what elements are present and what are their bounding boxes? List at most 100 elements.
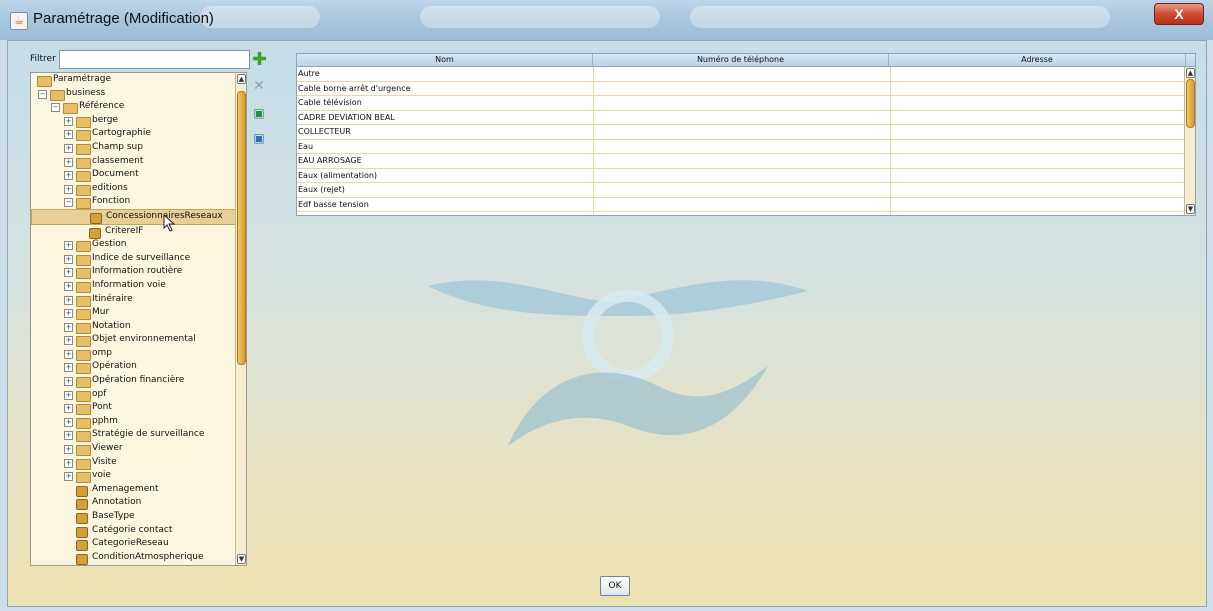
table-cell[interactable] [891, 168, 1189, 182]
table-cell[interactable] [594, 81, 891, 95]
expand-icon[interactable]: + [64, 458, 73, 468]
tree-item[interactable]: + Objet environnemental [31, 333, 246, 348]
table-cell[interactable] [891, 139, 1189, 153]
tree-item[interactable]: − Référence [31, 100, 246, 115]
table-cell[interactable] [594, 67, 891, 81]
table-cell[interactable] [594, 139, 891, 153]
table-row[interactable]: Eau [297, 139, 1195, 154]
tree-item[interactable]: + Stratégie de surveillance [31, 428, 246, 443]
table-cell[interactable] [891, 212, 1189, 215]
tree-item[interactable]: ConcessionnairesReseaux [31, 208, 246, 225]
table-scroll-up-icon[interactable]: ▲ [1186, 68, 1195, 78]
import-icon[interactable]: ▣ [252, 131, 266, 145]
table-cell[interactable]: COLLECTEUR [297, 125, 594, 139]
table-cell[interactable]: Autre [297, 67, 594, 81]
tree-item[interactable]: + Visite [31, 456, 246, 470]
expand-icon[interactable]: + [64, 157, 73, 167]
tree-item[interactable]: + Information voie [31, 279, 246, 293]
table-cell[interactable] [891, 81, 1189, 95]
tree-item[interactable]: + pphm [31, 415, 246, 429]
table-cell[interactable] [594, 96, 891, 110]
expand-icon[interactable]: + [64, 171, 73, 181]
tree-item[interactable]: + Indice de surveillance [31, 252, 246, 266]
expand-icon[interactable]: + [64, 281, 73, 291]
expand-icon[interactable]: + [64, 377, 73, 387]
tree-item[interactable]: Amenagement [31, 483, 246, 497]
table-cell[interactable] [594, 125, 891, 139]
tree-item[interactable]: + Pont [31, 401, 246, 416]
collapse-icon[interactable]: − [38, 89, 47, 99]
tree-item[interactable]: + voie [31, 469, 246, 484]
table-row[interactable]: Edf basse tension [297, 197, 1195, 212]
tree-item[interactable]: + Cartographie [31, 127, 246, 142]
table-cell[interactable] [594, 168, 891, 182]
tree-item[interactable]: + Opération financière [31, 374, 246, 389]
tree-item[interactable]: + Mur [31, 306, 246, 321]
table-cell[interactable]: Eau [297, 139, 594, 153]
scroll-down-icon[interactable]: ▼ [237, 554, 246, 564]
collapse-icon[interactable]: − [64, 198, 73, 208]
tree-item[interactable]: + Document [31, 168, 246, 183]
tree-item[interactable]: + classement [31, 155, 246, 169]
tree-item[interactable]: + Opération [31, 360, 246, 375]
title-bar[interactable]: ☕ Paramétrage (Modification) X [0, 0, 1213, 40]
table-row[interactable]: Cable borne arrêt d'urgence [297, 81, 1195, 96]
table-scrollbar[interactable]: ▲ ▼ [1184, 67, 1195, 215]
table-cell[interactable]: Cable borne arrêt d'urgence [297, 81, 594, 95]
table-cell[interactable]: Edf basse tension [297, 197, 594, 211]
tree-scroll-thumb[interactable] [237, 91, 246, 365]
table-row[interactable]: Eaux (rejet) [297, 183, 1195, 198]
expand-icon[interactable]: + [64, 268, 73, 278]
export-icon[interactable]: ▣ [252, 106, 266, 120]
expand-icon[interactable]: + [64, 417, 73, 427]
tree-item[interactable]: ConditionAtmospherique [31, 551, 246, 565]
tree-item[interactable]: BaseType [31, 510, 246, 524]
expand-icon[interactable]: + [64, 130, 73, 140]
tree-scrollbar[interactable]: ▲ ▼ [235, 73, 246, 565]
table-row[interactable]: Edf haute tension [297, 212, 1195, 215]
table-cell[interactable] [891, 96, 1189, 110]
table-cell[interactable] [594, 212, 891, 215]
table-cell[interactable] [594, 154, 891, 168]
data-table[interactable]: Nom Numéro de téléphone Adresse Autre Cab… [296, 53, 1196, 216]
table-scroll-thumb[interactable] [1186, 79, 1195, 128]
filter-input[interactable] [59, 50, 250, 69]
close-button[interactable]: X [1154, 3, 1204, 25]
add-icon[interactable]: ✚ [252, 51, 267, 69]
table-row[interactable]: CADRE DEVIATION BEAL [297, 110, 1195, 125]
table-row[interactable]: Autre [297, 67, 1195, 82]
expand-icon[interactable]: + [64, 295, 73, 305]
expand-icon[interactable]: + [64, 309, 73, 319]
table-cell[interactable] [891, 67, 1189, 81]
expand-icon[interactable]: + [64, 322, 73, 332]
tree-item[interactable]: Paramétrage [31, 73, 246, 87]
column-header-telephone[interactable]: Numéro de téléphone [593, 54, 889, 66]
tree-item[interactable]: + omp [31, 347, 246, 361]
parameter-tree[interactable]: Paramétrage − business − Référence + berge + Car… [30, 72, 247, 566]
expand-icon[interactable]: + [64, 184, 73, 194]
table-row[interactable]: EAU ARROSAGE [297, 154, 1195, 169]
expand-icon[interactable]: + [64, 431, 73, 441]
tree-item[interactable]: CritereIF [31, 225, 246, 239]
tree-item[interactable]: + Itinéraire [31, 293, 246, 307]
tree-item[interactable]: Catégorie contact [31, 524, 246, 538]
tree-item[interactable]: − business [31, 87, 246, 101]
table-row[interactable]: COLLECTEUR [297, 125, 1195, 140]
table-cell[interactable]: EAU ARROSAGE [297, 154, 594, 168]
expand-icon[interactable]: + [64, 143, 73, 153]
table-cell[interactable] [891, 154, 1189, 168]
tree-item[interactable]: + berge [31, 114, 246, 128]
delete-icon[interactable]: ✕ [252, 79, 266, 93]
table-row[interactable]: Eaux (alimentation) [297, 168, 1195, 183]
expand-icon[interactable]: + [64, 241, 73, 251]
table-row[interactable]: Cable télévision [297, 96, 1195, 111]
expand-icon[interactable]: + [64, 404, 73, 414]
tree-item[interactable]: + Gestion [31, 238, 246, 253]
expand-icon[interactable]: + [64, 336, 73, 346]
tree-item[interactable]: + editions [31, 182, 246, 196]
table-cell[interactable] [594, 110, 891, 124]
tree-item[interactable]: − Fonction [31, 195, 246, 210]
column-header-nom[interactable]: Nom [297, 54, 593, 66]
expand-icon[interactable]: + [64, 472, 73, 482]
tree-item[interactable]: + Champ sup [31, 141, 246, 155]
